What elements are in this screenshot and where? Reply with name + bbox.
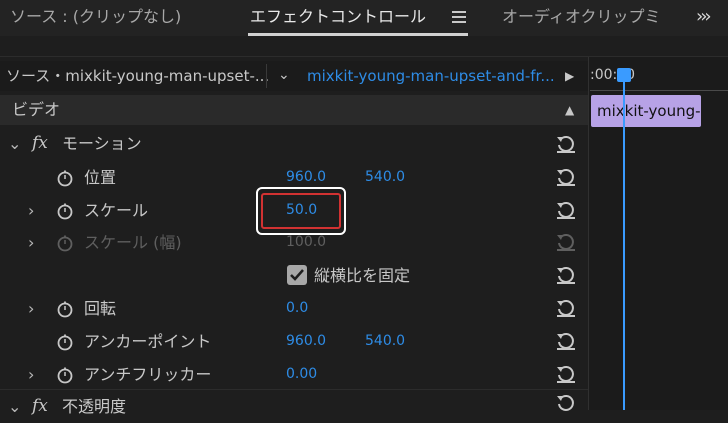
property-label-anchor-point: アンカーポイント — [84, 332, 212, 351]
anchor-x-value[interactable]: 960.0 — [286, 325, 326, 358]
reset-icon[interactable] — [555, 166, 577, 188]
property-label-scale-width: スケール (幅) — [84, 233, 182, 252]
reset-icon[interactable] — [555, 297, 577, 319]
stopwatch-icon[interactable] — [56, 169, 74, 187]
reset-icon[interactable] — [555, 363, 577, 385]
position-y-value[interactable]: 540.0 — [365, 161, 405, 194]
scale-value[interactable]: 50.0 — [286, 194, 317, 227]
fx-icon[interactable]: fx — [32, 390, 48, 423]
stopwatch-icon[interactable] — [56, 300, 74, 318]
stopwatch-icon[interactable] — [56, 366, 74, 384]
chevron-right-icon[interactable]: › — [28, 226, 34, 259]
fx-icon[interactable]: fx — [32, 127, 48, 160]
anti-flicker-value[interactable]: 0.00 — [286, 358, 317, 391]
chevron-down-icon[interactable]: ⌄ — [8, 127, 21, 160]
tab-source[interactable]: ソース : (クリップなし) — [10, 0, 181, 36]
collapse-up-icon[interactable]: ▲ — [565, 100, 574, 120]
video-section-label: ビデオ — [12, 100, 61, 119]
reset-icon[interactable] — [555, 199, 577, 221]
chevron-down-icon[interactable]: ⌄ — [278, 61, 290, 91]
active-tab-indicator — [248, 33, 468, 36]
time-ruler — [590, 84, 728, 91]
tab-audio-clip-mixer[interactable]: オーディオクリップミ — [502, 0, 661, 36]
reset-icon — [557, 234, 575, 251]
stopwatch-icon[interactable] — [56, 333, 74, 351]
stopwatch-icon[interactable] — [56, 202, 74, 220]
chevron-right-icon[interactable]: › — [28, 194, 34, 227]
video-section-header — [0, 95, 588, 125]
playhead[interactable] — [623, 70, 625, 410]
play-icon[interactable]: ▶ — [565, 61, 574, 91]
opacity-title: 不透明度 — [62, 397, 127, 416]
reset-icon[interactable] — [555, 392, 577, 414]
chevron-right-icon[interactable]: › — [28, 358, 34, 391]
timeline-clip[interactable]: mixkit-young-m — [591, 95, 701, 127]
more-tabs-icon[interactable]: ››› — [696, 6, 712, 27]
uniform-scale-label: 縦横比を固定 — [314, 266, 411, 285]
source-master-label[interactable]: ソース・mixkit-young-man-upset-... — [6, 61, 269, 91]
uniform-scale-checkbox[interactable] — [287, 265, 307, 285]
property-label-scale: スケール — [84, 201, 149, 220]
property-label-rotation: 回転 — [84, 299, 117, 318]
chevron-down-icon[interactable]: ⌄ — [8, 390, 21, 423]
reset-icon[interactable] — [555, 264, 577, 286]
check-icon — [290, 269, 304, 281]
panel-menu-icon[interactable] — [452, 11, 466, 23]
stopwatch-icon — [57, 235, 73, 252]
divider — [588, 57, 589, 410]
motion-title: モーション — [62, 134, 142, 153]
scale-width-value: 100.0 — [286, 234, 327, 250]
rotation-value[interactable]: 0.0 — [286, 292, 308, 325]
tab-effect-controls[interactable]: エフェクトコントロール — [250, 0, 426, 36]
property-label-anti-flicker: アンチフリッカー — [84, 365, 212, 384]
anchor-y-value[interactable]: 540.0 — [365, 325, 405, 358]
property-label-position: 位置 — [84, 168, 117, 187]
divider — [266, 64, 267, 88]
chevron-right-icon[interactable]: › — [28, 292, 34, 325]
playhead-handle[interactable] — [617, 68, 631, 82]
clip-selector[interactable]: mixkit-young-man-upset-and-fr... — [307, 61, 555, 91]
reset-icon[interactable] — [555, 330, 577, 352]
reset-icon[interactable] — [555, 133, 577, 155]
